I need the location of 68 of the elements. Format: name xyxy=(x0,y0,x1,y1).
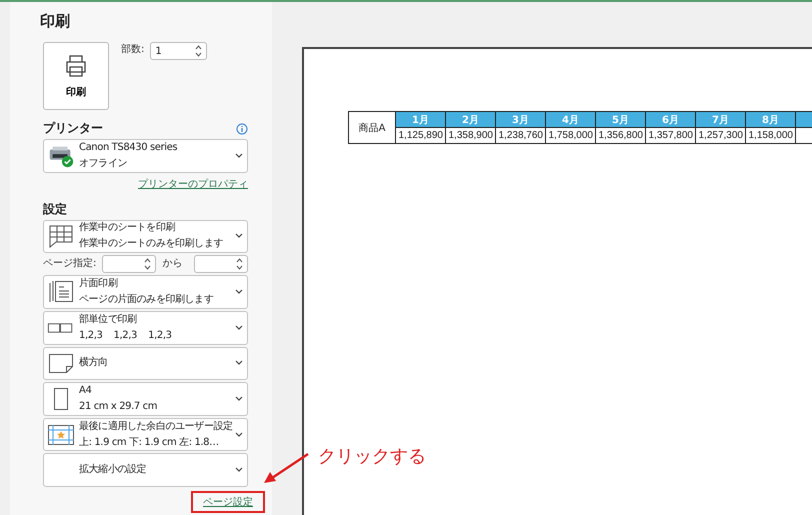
chevron-down-icon xyxy=(235,324,243,331)
chevron-down-icon xyxy=(235,289,243,296)
option-title: A4 xyxy=(79,384,92,397)
option-description: 1,2,3 1,2,3 1,2,3 xyxy=(79,330,172,342)
settings-dropdown[interactable]: 作業中のシートを印刷 作業中のシートのみを印刷します xyxy=(43,220,248,254)
table-header-cell: 7月 xyxy=(696,112,746,128)
table-cell: 1,125,890 xyxy=(396,128,446,144)
option-title: 片面印刷 xyxy=(79,278,118,290)
option-title: 横方向 xyxy=(79,357,108,370)
to-label: から xyxy=(162,257,182,272)
table-cell: 1,758,000 xyxy=(546,128,596,144)
option-title: 作業中のシートを印刷 xyxy=(79,222,176,234)
print-button[interactable]: 印刷 xyxy=(43,42,109,110)
table-header-cell: 3月 xyxy=(496,112,546,128)
chevron-down-icon xyxy=(235,233,243,240)
page-from-field[interactable] xyxy=(102,255,156,274)
page-to-field[interactable] xyxy=(194,255,248,274)
page-title: 印刷 xyxy=(40,12,71,31)
option-description: 21 cm x 29.7 cm xyxy=(79,400,158,413)
table-cell: 1,158,000 xyxy=(746,128,796,144)
settings-dropdown[interactable]: 最後に適用した余白のユーザー設定 上: 1.9 cm 下: 1.9 cm 左: 1.8… xyxy=(43,418,248,452)
printer-name: Canon TS8430 series xyxy=(79,142,178,154)
settings-dropdown[interactable]: A4 21 cm x 29.7 cm xyxy=(43,382,248,416)
page-setup-link[interactable]: ページ設定 xyxy=(203,497,253,508)
chevron-down-icon xyxy=(235,396,243,402)
chevron-down-icon xyxy=(235,467,243,474)
settings-dropdown[interactable]: 片面印刷 ページの片面のみを印刷します xyxy=(43,275,248,309)
table-header-cell: 4月 xyxy=(546,112,596,128)
option-description: 上: 1.9 cm 下: 1.9 cm 左: 1.8… xyxy=(79,436,219,449)
annotation-text: クリックする xyxy=(318,445,426,468)
copies-field[interactable]: 1 xyxy=(150,42,208,60)
section-heading: プリンター xyxy=(43,120,103,137)
chevron-down-icon xyxy=(235,360,243,366)
table-cell: 1,238,760 xyxy=(496,128,546,144)
section-heading: 設定 xyxy=(43,200,68,218)
settings-dropdown[interactable]: 部単位で印刷 1,2,3 1,2,3 1,2,3 xyxy=(43,310,248,344)
table-cell: 1,356,800 xyxy=(596,128,646,144)
spinner-arrows-icon xyxy=(195,44,202,58)
settings-dropdown[interactable]: 拡大縮小の設定 xyxy=(43,453,248,487)
option-title: 最後に適用した余白のユーザー設定 xyxy=(79,420,233,433)
printer-properties-link[interactable]: プリンターのプロパティ xyxy=(138,176,248,191)
grid-icon xyxy=(47,223,75,250)
table-cell: 1,357,800 xyxy=(646,128,696,144)
landscape-page-icon xyxy=(47,352,75,374)
settings-dropdown[interactable]: 横方向 xyxy=(43,346,248,380)
option-title: 拡大縮小の設定 xyxy=(79,464,146,476)
info-icon xyxy=(236,122,248,134)
table-cell: 1,358,900 xyxy=(446,128,496,144)
spinner-arrows-icon xyxy=(144,257,152,272)
table-cell: 商品A xyxy=(348,112,396,144)
table-cell: 1,257,300 xyxy=(696,128,746,144)
chevron-down-icon xyxy=(235,152,243,159)
table-header-cell: 8月 xyxy=(746,112,796,128)
table-header-cell: 1月 xyxy=(396,112,446,128)
option-title: 部単位で印刷 xyxy=(79,314,137,326)
option-description: ページの片面のみを印刷します xyxy=(79,294,214,306)
spinner-arrows-icon xyxy=(236,257,243,272)
chevron-down-icon xyxy=(235,432,243,438)
table-header-cell: 5月 xyxy=(596,112,646,128)
table-header-cell: 2月 xyxy=(446,112,496,128)
printer-status: オフライン xyxy=(79,158,128,170)
table-header-cell: 6月 xyxy=(646,112,696,128)
page-range-label: ページ指定: xyxy=(43,256,96,272)
margins-icon xyxy=(47,422,75,447)
option-description: 作業中のシートのみを印刷します xyxy=(79,238,224,250)
printer-dropdown[interactable]: Canon TS8430 series オフライン xyxy=(43,139,248,173)
pages-icon xyxy=(47,320,75,335)
copies-label: 部数: xyxy=(121,42,144,57)
